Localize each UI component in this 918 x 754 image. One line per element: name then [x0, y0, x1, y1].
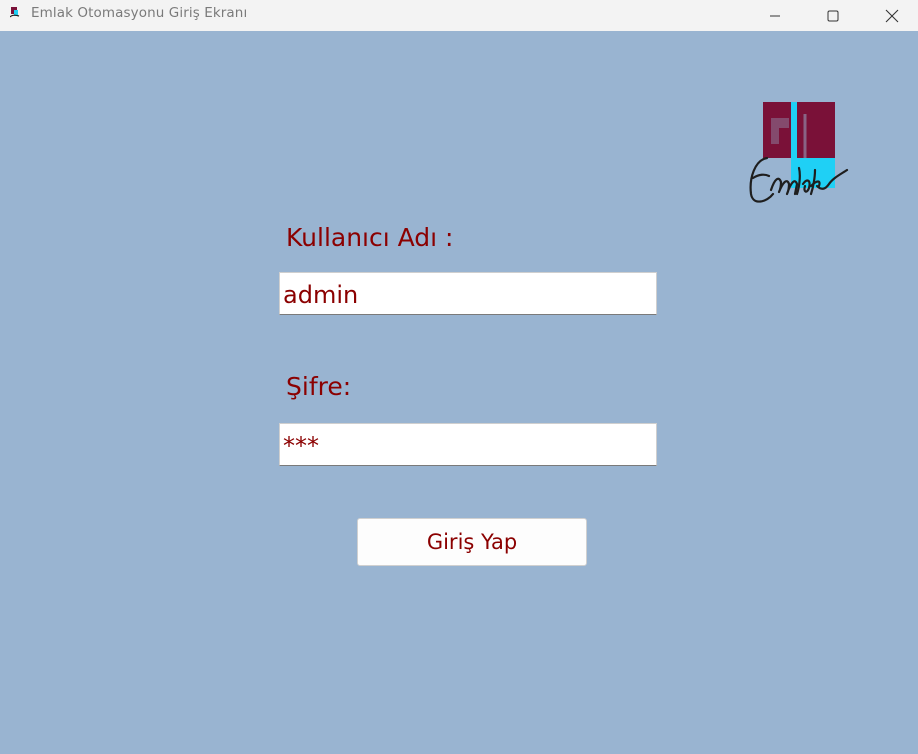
- maximize-icon: [827, 10, 839, 21]
- close-icon: [885, 9, 899, 22]
- username-label: Kullanıcı Adı :: [286, 223, 454, 252]
- password-input[interactable]: ***: [279, 423, 657, 466]
- title-bar: Emlak Otomasyonu Giriş Ekranı: [0, 0, 918, 31]
- minimize-icon: [770, 15, 780, 16]
- login-button[interactable]: Giriş Yap: [357, 518, 587, 566]
- close-button[interactable]: [869, 0, 915, 31]
- minimize-button[interactable]: [752, 0, 798, 31]
- window-title: Emlak Otomasyonu Giriş Ekranı: [31, 5, 248, 21]
- app-icon: [10, 7, 20, 18]
- username-input[interactable]: admin: [279, 272, 657, 315]
- login-button-label: Giriş Yap: [426, 530, 518, 554]
- emlak-logo: [749, 102, 849, 203]
- maximize-button[interactable]: [810, 0, 856, 31]
- password-label: Şifre:: [286, 372, 352, 401]
